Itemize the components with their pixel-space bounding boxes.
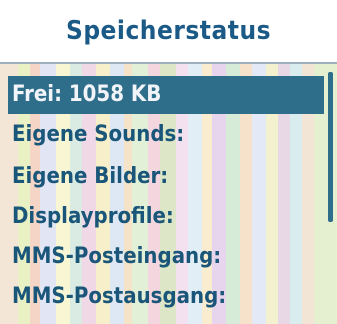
menu-item-mms-outbox[interactable]: MMS-Postausgang: [12, 278, 226, 315]
title-divider [0, 62, 337, 64]
menu-item-mms-inbox[interactable]: MMS-Posteingang: [12, 238, 221, 275]
page-title: Speicherstatus [0, 0, 337, 62]
menu-item-display-profiles[interactable]: Displayprofile: [12, 198, 174, 235]
menu-item-own-pictures[interactable]: Eigene Bilder: [12, 158, 168, 195]
menu-item-own-sounds[interactable]: Eigene Sounds: [12, 116, 184, 153]
scrollbar[interactable] [328, 72, 333, 222]
phone-screen: Speicherstatus Frei: 1058 KB Eigene Soun… [0, 0, 337, 324]
menu-item-free-memory[interactable]: Frei: 1058 KB [8, 76, 324, 114]
